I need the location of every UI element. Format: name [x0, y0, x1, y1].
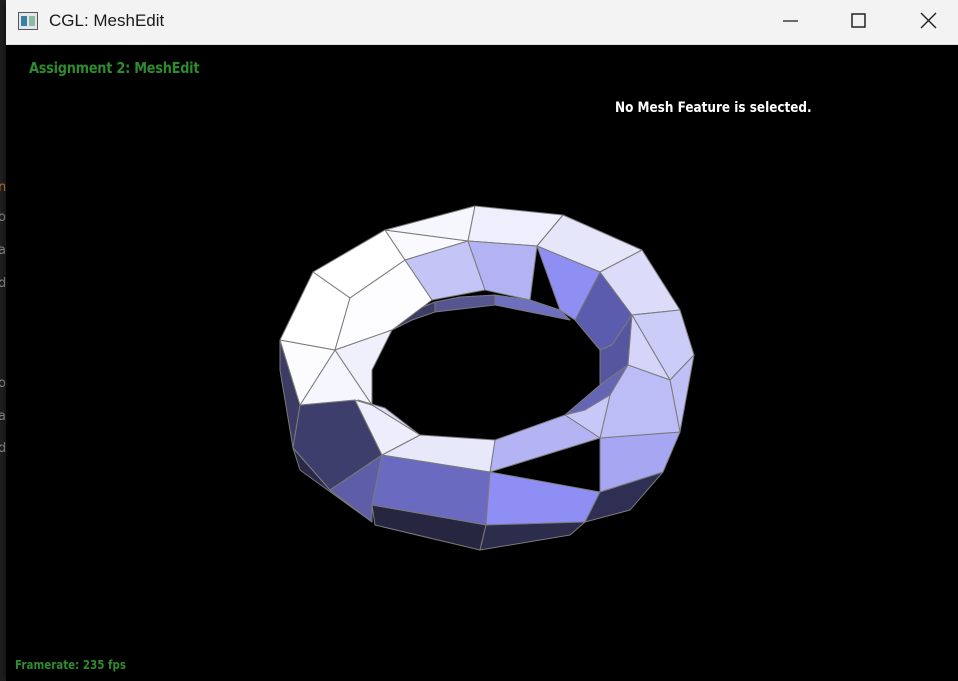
- assignment-title: Assignment 2: MeshEdit: [29, 59, 200, 77]
- mesh-viewport[interactable]: Assignment 2: MeshEdit No Mesh Feature i…: [6, 45, 958, 681]
- minimize-button[interactable]: [768, 0, 814, 44]
- mesh-face: [485, 471, 601, 526]
- app-window: CGL: MeshEdit Assignment 2: MeshEdit No …: [6, 0, 958, 681]
- close-button[interactable]: [906, 0, 952, 44]
- window-title: CGL: MeshEdit: [49, 11, 165, 30]
- mesh-face: [479, 521, 586, 551]
- framerate-readout: Framerate: 235 fps: [15, 658, 127, 672]
- selection-status: No Mesh Feature is selected.: [615, 100, 812, 116]
- title-bar[interactable]: CGL: MeshEdit: [6, 0, 958, 45]
- close-icon: [920, 12, 937, 29]
- app-icon: [18, 12, 38, 30]
- maximize-icon: [851, 13, 866, 28]
- torus-mesh[interactable]: [6, 45, 958, 681]
- maximize-button[interactable]: [836, 0, 882, 44]
- minimize-icon: [783, 20, 798, 22]
